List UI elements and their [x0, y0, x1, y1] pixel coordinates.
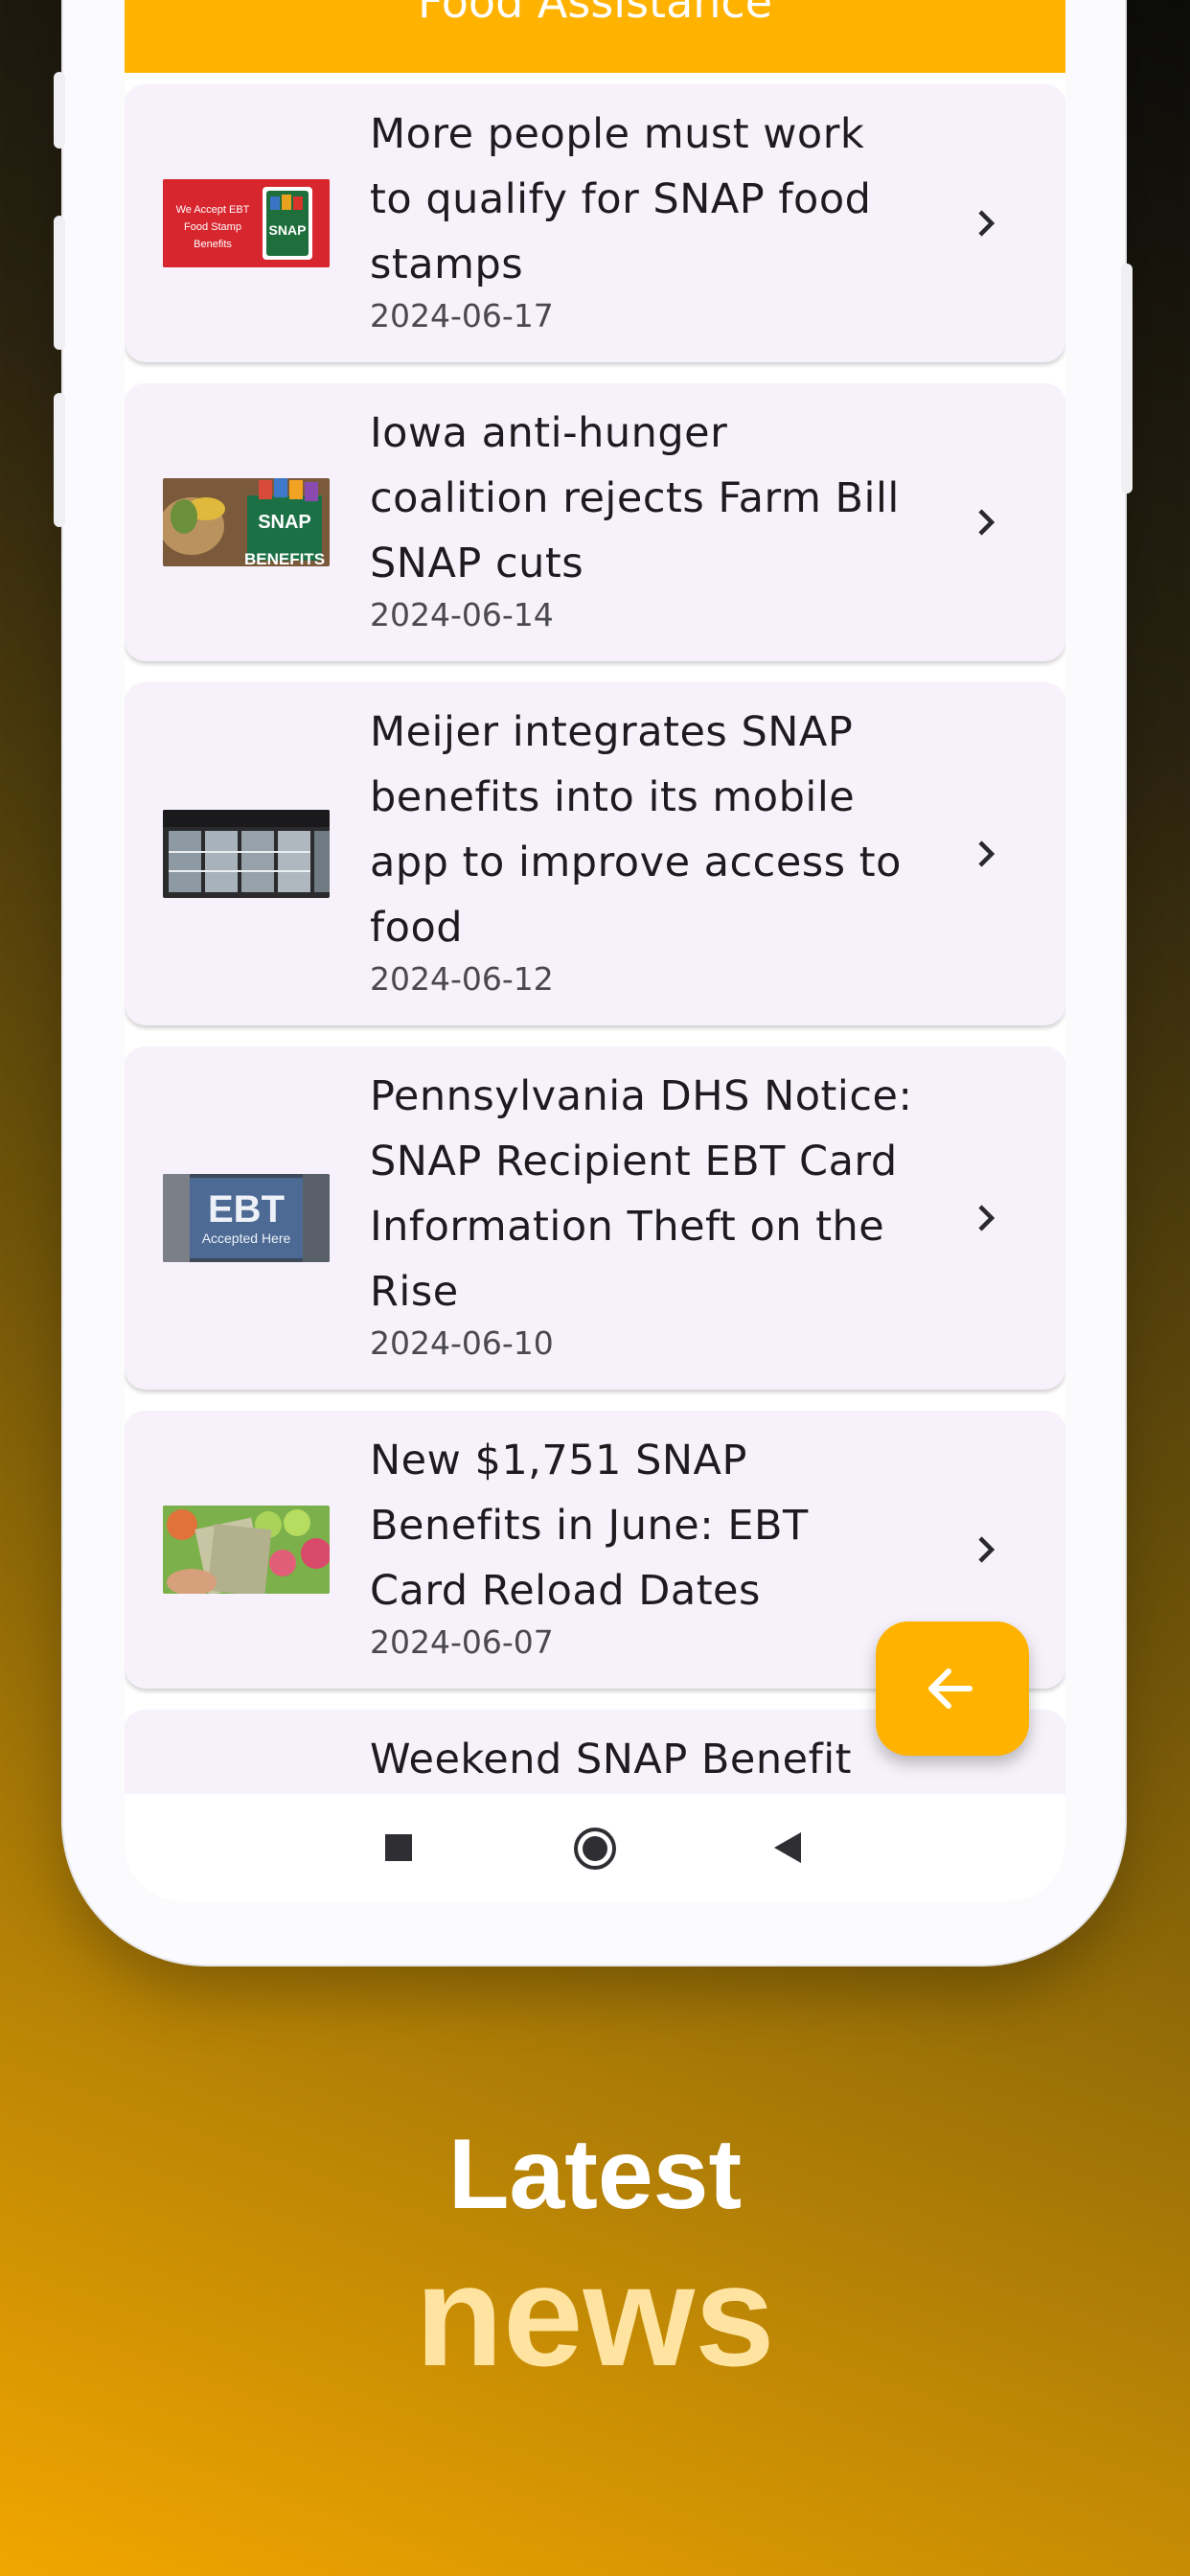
app-screen: Food Assistance We Accept EBT Food Stamp… [125, 0, 1065, 1901]
article-date: 2024-06-12 [370, 960, 554, 998]
news-card[interactable]: Meijer integrates SNAP benefits into its… [125, 682, 1065, 1025]
phone-side-button [54, 216, 65, 350]
article-title[interactable]: Pennsylvania DHS Notice: SNAP Recipient … [370, 1064, 916, 1324]
svg-text:BENEFITS: BENEFITS [244, 550, 325, 566]
svg-text:SNAP: SNAP [258, 512, 311, 533]
cash-produce-image [163, 1506, 330, 1594]
article-thumbnail [163, 1506, 330, 1594]
news-card[interactable]: We Accept EBT Food Stamp Benefits SNAP M… [125, 84, 1065, 362]
back-fab-button[interactable] [876, 1622, 1029, 1756]
phone-power-button [1121, 264, 1133, 494]
header-title: Food Assistance [417, 0, 773, 28]
svg-text:Food Stamp: Food Stamp [184, 221, 241, 233]
article-date: 2024-06-07 [370, 1623, 554, 1661]
chevron-right-icon[interactable] [968, 835, 1006, 873]
article-title[interactable]: New $1,751 SNAP Benefits in June: EBT Ca… [370, 1428, 916, 1623]
home-circle-icon[interactable] [573, 1827, 617, 1871]
phone-side-button [54, 393, 65, 527]
chevron-right-icon[interactable] [968, 503, 1006, 541]
svg-text:Benefits: Benefits [194, 239, 232, 250]
article-title[interactable]: More people must work to qualify for SNA… [370, 102, 916, 297]
article-date: 2024-06-17 [370, 297, 554, 334]
chevron-right-icon[interactable] [968, 204, 1006, 242]
news-card[interactable]: EBT Accepted Here Pennsylvania DHS Notic… [125, 1046, 1065, 1390]
article-thumbnail [163, 810, 330, 898]
chevron-right-icon[interactable] [968, 1199, 1006, 1237]
caption-latest: Latest [447, 2119, 743, 2230]
snap-groceries-image: SNAP BENEFITS [163, 478, 330, 566]
caption-news: news [415, 2235, 775, 2396]
article-date: 2024-06-14 [370, 596, 554, 633]
article-thumbnail: EBT Accepted Here [163, 1174, 330, 1262]
svg-text:SNAP: SNAP [269, 222, 307, 238]
snap-sign-image: We Accept EBT Food Stamp Benefits SNAP [163, 179, 330, 267]
recents-square-icon[interactable] [383, 1832, 414, 1863]
article-title[interactable]: Weekend SNAP Benefit [370, 1727, 916, 1792]
store-freezers-image [163, 810, 330, 898]
back-triangle-icon[interactable] [770, 1830, 805, 1865]
phone-side-button [54, 72, 65, 149]
article-title[interactable]: Meijer integrates SNAP benefits into its… [370, 700, 916, 960]
ebt-accepted-sign-image: EBT Accepted Here [163, 1174, 330, 1262]
article-title[interactable]: Iowa anti-hunger coalition rejects Farm … [370, 401, 916, 596]
article-thumbnail: SNAP BENEFITS [163, 478, 330, 566]
chevron-right-icon[interactable] [968, 1530, 1006, 1569]
svg-text:Accepted Here: Accepted Here [202, 1230, 291, 1246]
article-thumbnail: We Accept EBT Food Stamp Benefits SNAP [163, 179, 330, 267]
system-navigation-bar [125, 1794, 1065, 1901]
svg-text:We Accept EBT: We Accept EBT [176, 204, 250, 216]
news-card[interactable]: SNAP BENEFITS Iowa anti-hunger coalition… [125, 383, 1065, 661]
article-date: 2024-06-10 [370, 1324, 554, 1362]
app-header: Food Assistance [125, 0, 1065, 73]
svg-text:EBT: EBT [208, 1188, 285, 1230]
arrow-left-icon [928, 1668, 973, 1709]
